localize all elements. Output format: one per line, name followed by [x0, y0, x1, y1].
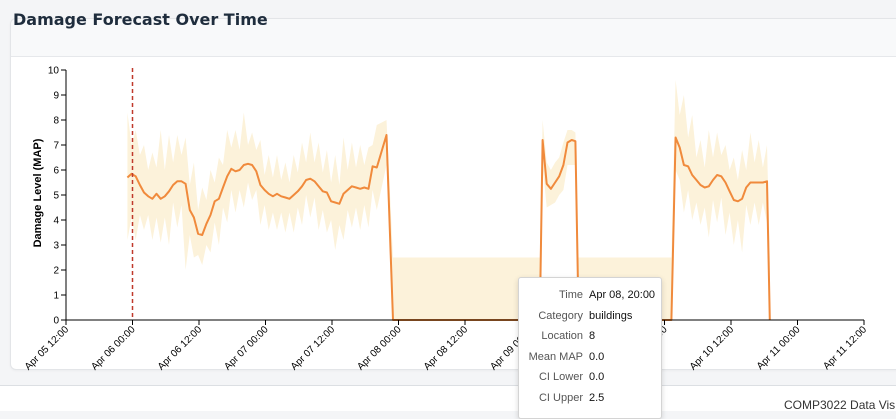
tooltip-row-mean-map: Mean MAP 0.0	[519, 351, 661, 367]
y-tick-label: 2	[53, 266, 59, 277]
tooltip-value: 0.0	[589, 351, 605, 363]
tooltip-key: Time	[558, 289, 583, 301]
y-tick-label: 10	[48, 66, 60, 77]
tooltip-row-ci-upper: CI Upper 2.5	[519, 392, 661, 408]
tooltip-value: 8	[589, 330, 596, 342]
tooltip-row-location: Location 8	[519, 330, 661, 346]
tooltip-row-time: Time Apr 08, 20:00	[519, 289, 661, 305]
y-tick-label: 9	[53, 91, 59, 102]
x-tick-label: Apr 11 12:00	[821, 324, 869, 372]
tooltip-key: Location	[541, 330, 583, 342]
x-tick-label: Apr 08 00:00	[355, 324, 404, 373]
tooltip-key: CI Lower	[538, 371, 583, 383]
x-tick-label: Apr 06 00:00	[89, 324, 138, 373]
tooltip-row-category: Category buildings	[519, 310, 661, 326]
tooltip-value: buildings	[589, 310, 633, 322]
y-tick-label: 8	[53, 116, 59, 127]
tooltip-key: CI Upper	[538, 392, 583, 404]
x-tick-label: Apr 10 12:00	[688, 324, 737, 373]
x-tick-label: Apr 06 12:00	[156, 324, 205, 373]
y-axis-label: Damage Level (MAP)	[32, 138, 44, 247]
tooltip-key: Mean MAP	[528, 351, 583, 363]
x-tick-label: Apr 11 00:00	[755, 324, 803, 372]
footer-text: COMP3022 Data Vis	[784, 398, 896, 412]
footer	[0, 386, 896, 411]
y-tick-label: 7	[53, 141, 59, 152]
chart-tooltip: Time Apr 08, 20:00 Category buildings Lo…	[518, 277, 662, 419]
tooltip-value: 0.0	[589, 371, 605, 383]
y-tick-label: 5	[53, 191, 59, 202]
y-tick-label: 3	[53, 241, 59, 252]
x-tick-label: Apr 07 12:00	[289, 324, 338, 373]
x-tick-label: Apr 08 12:00	[422, 324, 471, 373]
y-tick-label: 1	[53, 291, 59, 302]
y-tick-label: 4	[53, 216, 59, 227]
x-tick-label: Apr 07 00:00	[222, 324, 271, 373]
x-tick-label: Apr 05 12:00	[23, 324, 72, 373]
damage-forecast-chart[interactable]: 0 1 2 3 4 5 6 7 8 9 10 Apr 05 12:00 Apr 06 00:00 Apr …	[0, 0, 896, 411]
tooltip-value: Apr 08, 20:00	[589, 289, 656, 301]
tooltip-key: Category	[538, 310, 583, 322]
tooltip-row-ci-lower: CI Lower 0.0	[519, 371, 661, 387]
y-tick-label: 0	[53, 316, 59, 327]
y-tick-label: 6	[53, 166, 59, 177]
tooltip-value: 2.5	[589, 392, 605, 404]
